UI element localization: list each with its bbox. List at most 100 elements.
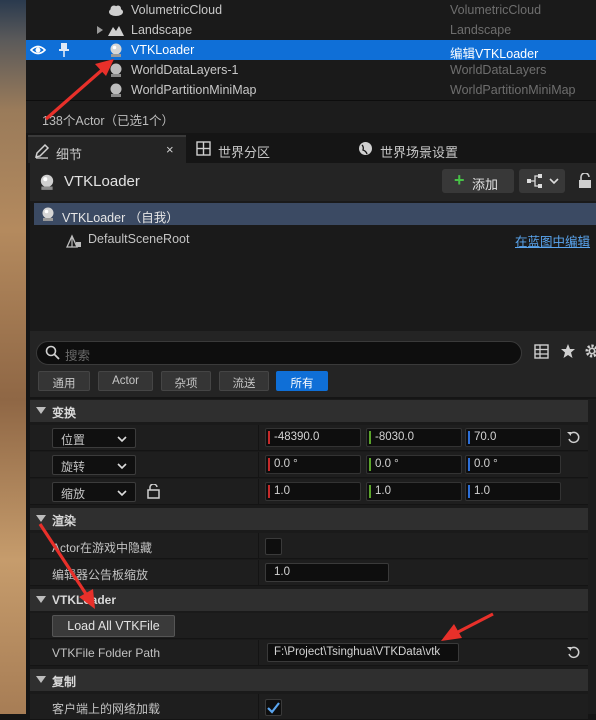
tab-details[interactable]: 细节 × [28,135,186,163]
location-z-field[interactable]: 70.0 [465,428,561,447]
reset-to-default-icon[interactable] [567,646,580,659]
actor-sphere-icon [40,206,56,222]
panel-tab-bar: 细节 × 世界分区 世界场景设置 [26,135,596,163]
category-label: 渲染 [52,514,77,528]
reset-to-default-icon[interactable] [567,431,580,444]
filter-streaming[interactable]: 流送 [219,371,269,391]
tab-world-settings[interactable]: 世界场景设置 [354,135,534,163]
property-rotation: 旋转 0.0 ° 0.0 ° 0.0 ° [30,452,588,478]
component-self-label: VTKLoader （自我） [62,211,179,225]
unlock-icon[interactable] [147,484,160,499]
outliner-row-landscape[interactable]: Landscape Landscape [26,20,596,40]
settings-gear-icon[interactable] [584,343,596,359]
scale-y-field[interactable]: 1.0 [366,482,462,501]
filter-misc[interactable]: 杂项 [161,371,211,391]
rotation-x-value: 0.0 ° [274,458,298,470]
scale-mode-dropdown[interactable]: 缩放 [52,482,136,502]
location-z-value: 70.0 [474,431,497,443]
vtkfile-folder-path-field[interactable]: F:\Project\Tsinghua\VTKData\vtk [267,643,459,662]
actor-sphere-icon [108,82,124,98]
scale-z-field[interactable]: 1.0 [465,482,561,501]
rotation-y-field[interactable]: 0.0 ° [366,455,462,474]
actor-count-label: 138个Actor（已选1个） [42,114,174,128]
filter-label: 流送 [232,378,256,390]
tab-label: 世界场景设置 [380,145,459,160]
location-mode-dropdown[interactable]: 位置 [52,428,136,448]
pin-icon[interactable] [58,42,70,58]
filter-actor[interactable]: Actor [98,371,153,391]
collapse-arrow-icon [36,676,46,683]
property-label: 编辑器公告板缩放 [52,568,149,582]
load-all-vtkfile-button[interactable]: Load All VTKFile [52,615,175,637]
outliner-row-name: Landscape [131,23,193,37]
filter-label: 所有 [290,378,314,390]
scene-component-icon [66,233,82,249]
location-y-field[interactable]: -8030.0 [366,428,462,447]
scale-x-field[interactable]: 1.0 [265,482,361,501]
location-x-field[interactable]: -48390.0 [265,428,361,447]
actor-sphere-icon [38,173,56,191]
collapse-arrow-icon [36,596,46,603]
tab-label: 世界分区 [218,145,271,160]
blueprint-hierarchy-icon [527,174,543,188]
edit-in-blueprint-link[interactable]: 在蓝图中编辑 [515,231,590,250]
blueprint-options-button[interactable] [519,169,565,193]
collapse-arrow-icon [36,407,46,414]
column-divider [258,533,259,558]
add-component-button[interactable]: + 添加 [442,169,514,193]
components-tree: VTKLoader （自我） DefaultSceneRoot 在蓝图中编辑 [30,201,596,331]
category-transform[interactable]: 变换 [30,400,588,422]
property-load-all: Load All VTKFile [30,613,588,639]
viewport-background-strip [0,0,26,714]
outliner-row-type: WorldDataLayers [450,63,547,77]
category-replication[interactable]: 复制 [30,669,588,691]
outliner-row-volumetriccloud[interactable]: VolumetricCloud VolumetricCloud [26,0,596,20]
details-search-input[interactable]: 搜索 [36,341,522,365]
outliner-list: VolumetricCloud VolumetricCloud Landscap… [26,0,596,100]
billboard-scale-field[interactable]: 1.0 [265,563,389,582]
column-divider [258,640,259,665]
category-rendering[interactable]: 渲染 [30,508,588,530]
net-load-on-client-checkbox[interactable] [265,699,282,716]
category-vtkloader[interactable]: VTKLoader [30,589,588,611]
column-divider [258,479,259,504]
chevron-down-icon [117,490,127,497]
tab-world-partition[interactable]: 世界分区 [192,135,342,163]
actor-name-label: VTKLoader [64,173,140,190]
star-icon[interactable] [560,343,576,359]
rotation-x-field[interactable]: 0.0 ° [265,455,361,474]
outliner-row-vtkloader[interactable]: VTKLoader 编辑VTKLoader [26,40,596,61]
outliner-row-type: VolumetricCloud [450,3,542,17]
table-view-icon[interactable] [534,344,549,359]
rotation-mode-dropdown[interactable]: 旋转 [52,455,136,475]
chevron-down-icon [117,463,127,470]
property-location: 位置 -48390.0 -8030.0 70.0 [30,425,588,451]
eye-visibility-icon[interactable] [30,43,46,57]
outliner-footer: 138个Actor（已选1个） [26,100,596,133]
property-label: Actor在游戏中隐藏 [52,541,153,555]
rotation-z-value: 0.0 ° [474,458,498,470]
expand-arrow-icon[interactable] [96,25,104,35]
category-label: VTKLoader [52,593,117,607]
outliner-row-worldpartitionminimap[interactable]: WorldPartitionMiniMap WorldPartitionMini… [26,80,596,100]
close-icon[interactable]: × [166,142,174,157]
rotation-z-field[interactable]: 0.0 ° [465,455,561,474]
folder-path-value: F:\Project\Tsinghua\VTKData\vtk [274,646,441,658]
component-root-row[interactable]: DefaultSceneRoot [66,231,566,251]
outliner-row-name: WorldDataLayers-1 [131,63,239,77]
outliner-row-type: Landscape [450,23,512,37]
lock-icon[interactable] [578,173,592,189]
outliner-row-worlddatalayers[interactable]: WorldDataLayers-1 WorldDataLayers [26,60,596,80]
rotation-y-value: 0.0 ° [375,458,399,470]
scrollbar-track[interactable] [588,399,596,714]
filter-all[interactable]: 所有 [276,371,328,391]
filter-common[interactable]: 通用 [38,371,90,391]
component-self-row[interactable]: VTKLoader （自我） [34,203,596,225]
chevron-down-icon [117,436,127,443]
property-net-load-on-client: 客户端上的网络加载 [30,694,588,720]
property-label: VTKFile Folder Path [52,646,161,660]
actor-sphere-icon [108,62,124,78]
property-vtkfile-folder-path: VTKFile Folder Path F:\Project\Tsinghua\… [30,640,588,666]
hidden-in-game-checkbox[interactable] [265,538,282,555]
outliner-row-type: WorldPartitionMiniMap [450,83,576,97]
